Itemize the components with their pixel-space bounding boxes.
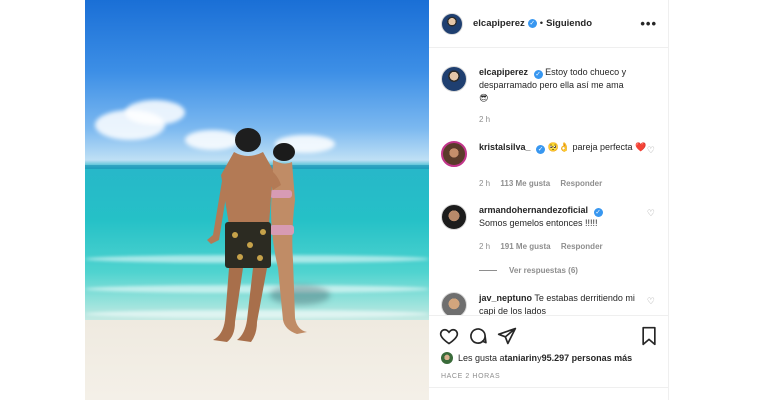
- more-options-icon[interactable]: •••: [640, 16, 657, 31]
- view-replies-button[interactable]: Ver respuestas (6): [479, 266, 578, 275]
- comment-meta: 2 h 191 Me gusta Responder: [479, 242, 611, 251]
- comment-item: kristalsilva_ ✓ 🥺👌 pareja perfecta ❤️ ♡: [441, 141, 663, 167]
- liker-avatar: [441, 352, 453, 364]
- comment-body: Somos gemelos entonces !!!!!: [479, 218, 598, 228]
- post-side-panel: elcapiperez ✓ • Siguiendo ••• elcapipere…: [429, 0, 669, 400]
- comment-item: armandohernandezoficial ✓ Somos gemelos …: [441, 204, 663, 230]
- reply-button[interactable]: Responder: [561, 242, 603, 251]
- comments-list[interactable]: elcapiperez ✓ Estoy todo chueco y despar…: [429, 49, 669, 315]
- author-avatar[interactable]: [441, 12, 463, 35]
- caption-emoji: 😎: [479, 93, 489, 103]
- follow-status-button[interactable]: Siguiendo: [546, 18, 592, 29]
- comment-time: 2 h: [479, 242, 491, 251]
- bookmark-icon[interactable]: [639, 326, 659, 346]
- caption-time: 2 h: [479, 115, 491, 124]
- comment-text: kristalsilva_ ✓ 🥺👌 pareja perfecta ❤️: [479, 141, 649, 167]
- commenter-avatar[interactable]: [441, 292, 467, 315]
- verified-icon: ✓: [533, 70, 543, 79]
- comment-likes[interactable]: 113 Me gusta: [500, 179, 550, 188]
- author-avatar[interactable]: [441, 66, 467, 92]
- comment-likes[interactable]: 191 Me gusta: [500, 242, 550, 251]
- divider: [429, 387, 669, 388]
- replies-line: [479, 270, 497, 271]
- comment-text: armandohernandezoficial ✓ Somos gemelos …: [479, 204, 649, 230]
- reply-button[interactable]: Responder: [560, 179, 602, 188]
- like-comment-heart-icon[interactable]: ♡: [647, 208, 655, 219]
- commenter-username[interactable]: jav_neptuno: [479, 293, 532, 303]
- verified-icon: ✓: [593, 208, 603, 217]
- post-photo[interactable]: [85, 0, 429, 400]
- commenter-avatar[interactable]: [441, 204, 467, 230]
- comment-text: jav_neptuno Te estabas derritiendo mi ca…: [479, 292, 649, 315]
- liker-username[interactable]: taniarin: [505, 353, 538, 363]
- separator-dot: •: [539, 18, 544, 29]
- like-comment-heart-icon[interactable]: ♡: [647, 296, 655, 307]
- comment-meta: 2 h 113 Me gusta Responder: [479, 179, 610, 188]
- comment-item: jav_neptuno Te estabas derritiendo mi ca…: [441, 292, 663, 315]
- comment-body: 🥺👌 pareja perfecta ❤️: [547, 142, 647, 152]
- caption: elcapiperez ✓ Estoy todo chueco y despar…: [441, 66, 663, 105]
- comment-icon[interactable]: [468, 326, 488, 346]
- like-comment-heart-icon[interactable]: ♡: [647, 145, 655, 156]
- comment-time: 2 h: [479, 179, 491, 188]
- commenter-username[interactable]: armandohernandezoficial: [479, 205, 588, 215]
- share-icon[interactable]: [497, 326, 517, 346]
- verified-icon: ✓: [527, 19, 537, 28]
- commenter-username[interactable]: kristalsilva_: [479, 142, 531, 152]
- likes-summary[interactable]: Les gusta a taniarin y 95.297 personas m…: [441, 352, 632, 364]
- caption-meta: 2 h: [479, 115, 498, 124]
- commenter-avatar[interactable]: [441, 141, 467, 167]
- view-replies-label[interactable]: Ver respuestas (6): [509, 266, 578, 275]
- author-username[interactable]: elcapiperez: [473, 18, 525, 29]
- heart-icon[interactable]: [439, 326, 459, 346]
- verified-icon: ✓: [536, 145, 546, 154]
- caption-text: elcapiperez ✓ Estoy todo chueco y despar…: [479, 66, 649, 105]
- couple-figure: [207, 128, 307, 342]
- post-timestamp: HACE 2 HORAS: [441, 373, 501, 380]
- caption-author[interactable]: elcapiperez: [479, 67, 528, 77]
- likes-count[interactable]: 95.297 personas más: [542, 353, 633, 363]
- likes-prefix: Les gusta a: [458, 353, 505, 363]
- post-header: elcapiperez ✓ • Siguiendo •••: [429, 0, 669, 48]
